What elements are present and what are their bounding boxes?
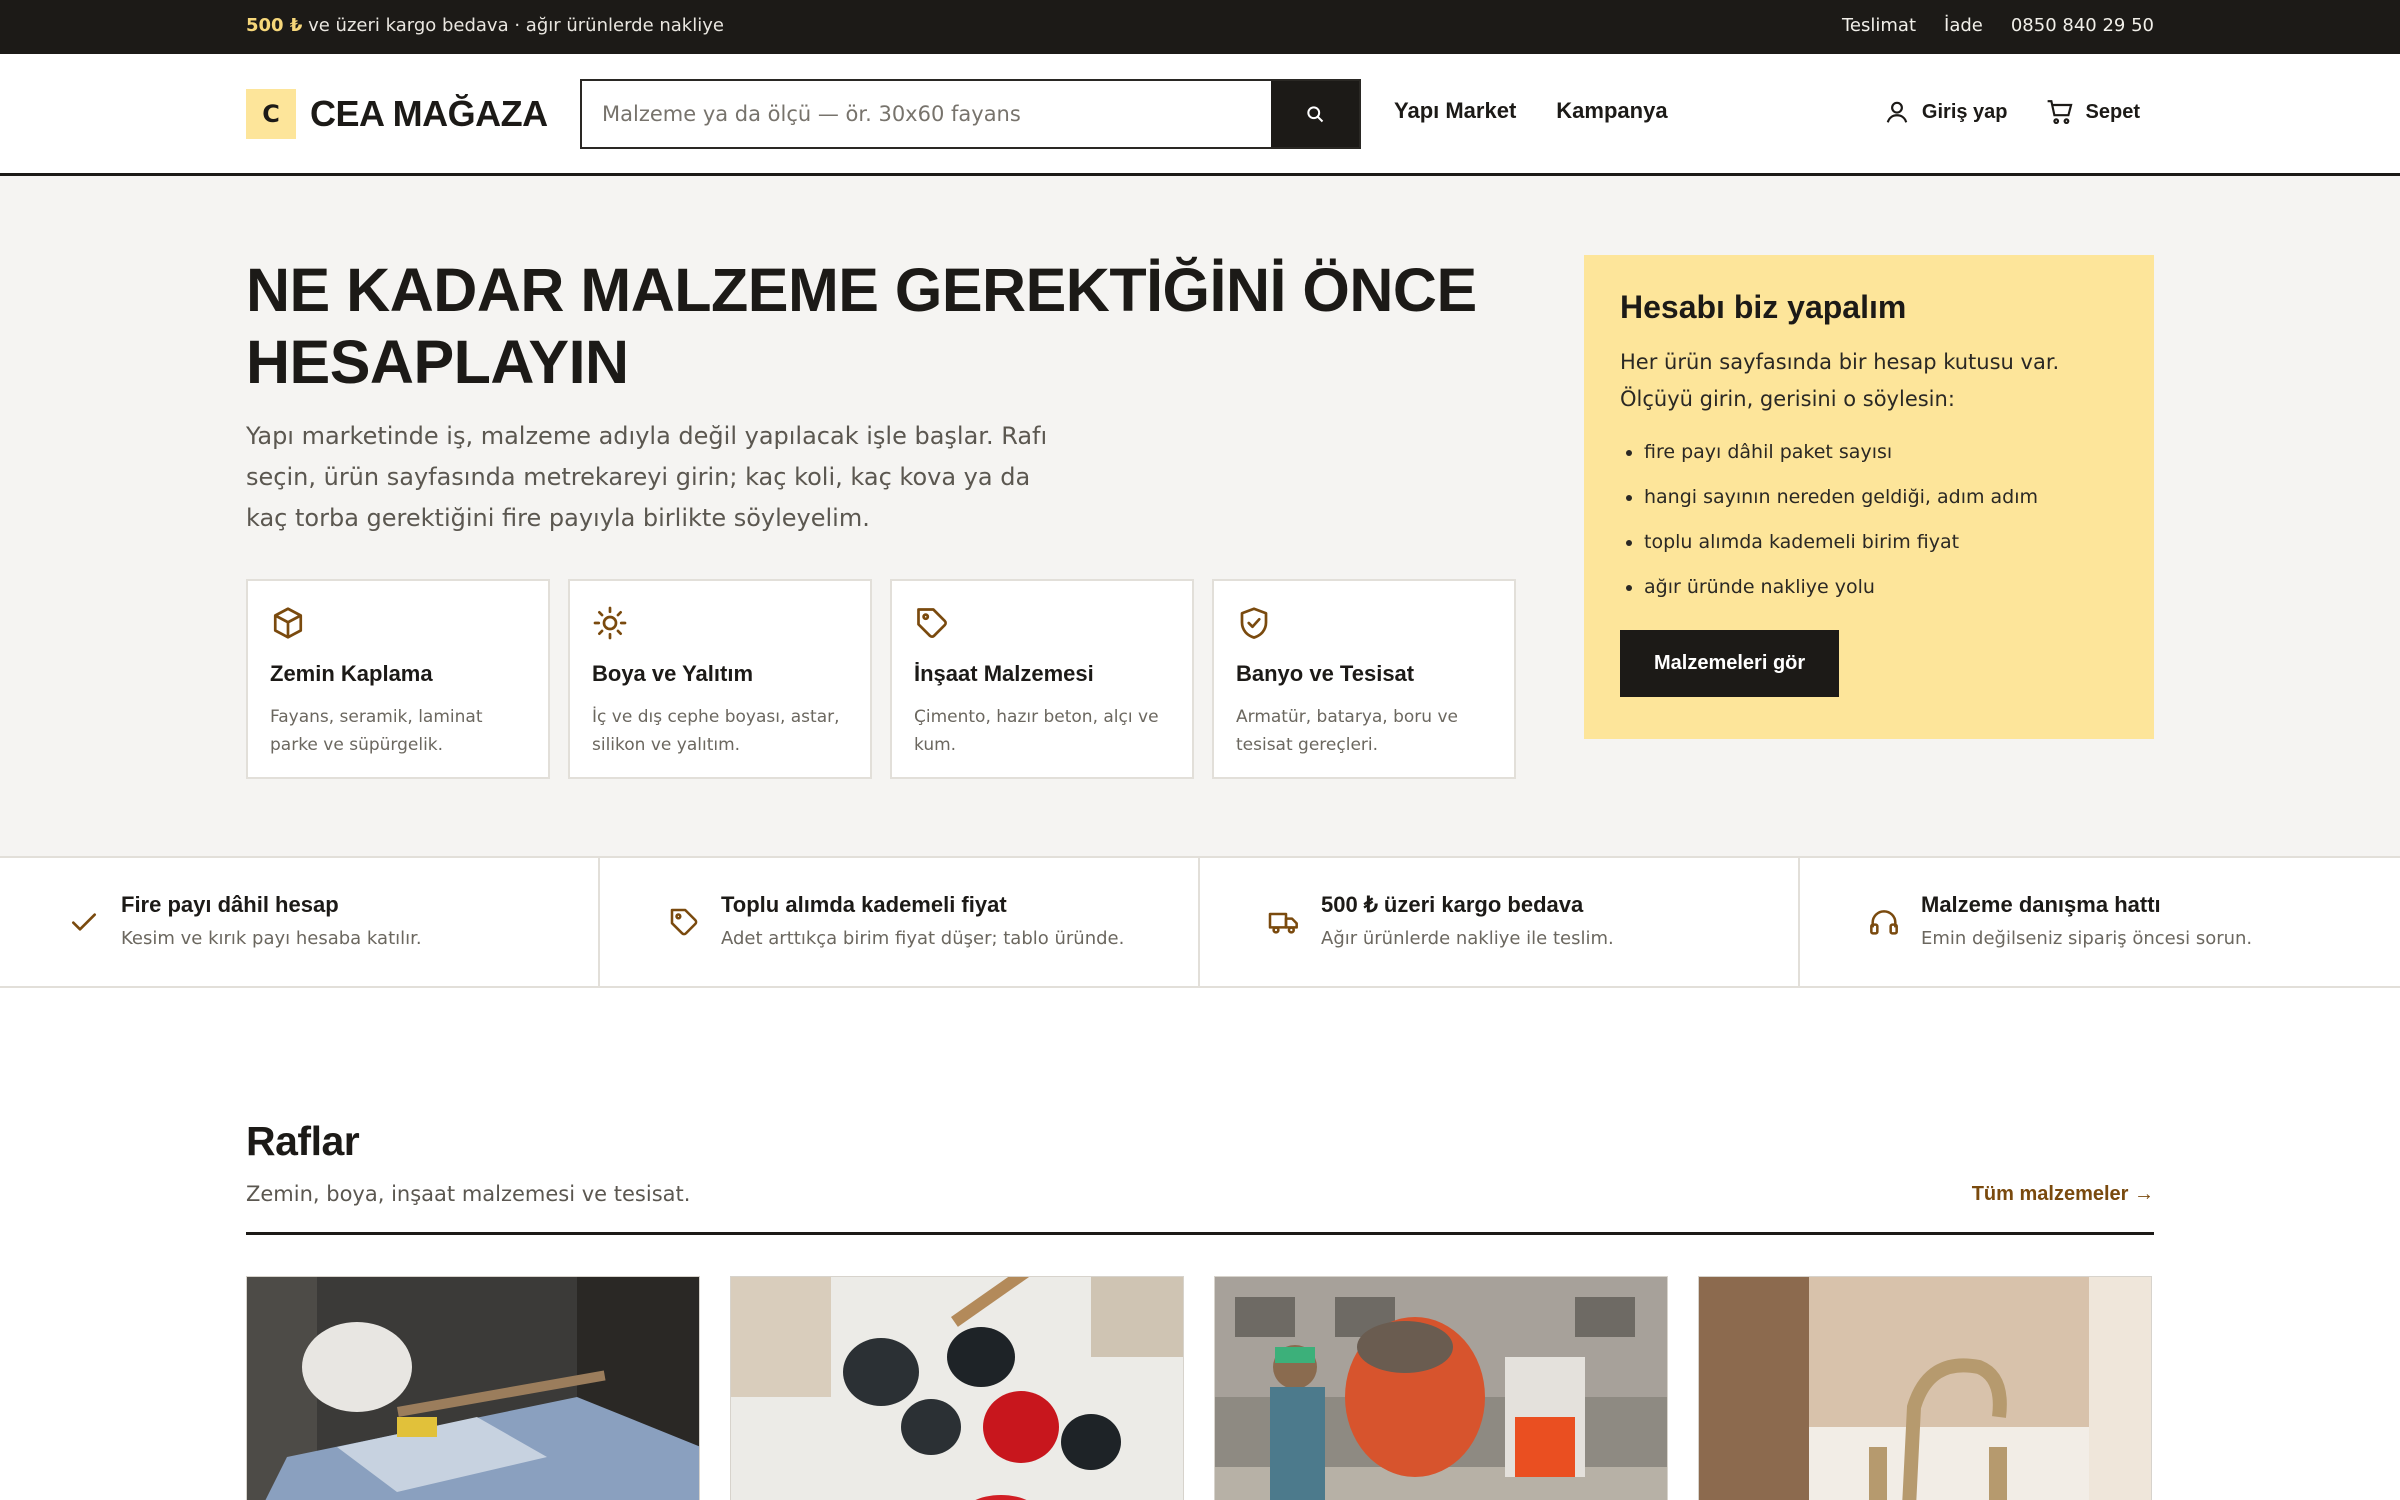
top-links: Teslimat İade 0850 840 29 50 bbox=[1842, 15, 2154, 36]
user-icon bbox=[1886, 101, 1908, 123]
truck-icon bbox=[1268, 912, 1298, 934]
feature-desc: Emin değilseniz sipariş öncesi sorun. bbox=[1921, 928, 2253, 949]
category-card-boya[interactable]: Boya ve Yalıtım İç ve dış cephe boyası, … bbox=[568, 579, 872, 779]
shelf-image-bathroom-faucet[interactable] bbox=[1698, 1276, 2152, 1500]
cart-link[interactable]: Sepet bbox=[2046, 99, 2140, 125]
feature-item: Fire payı dâhil hesap Kesim ve kırık pay… bbox=[0, 858, 600, 986]
category-title: Zemin Kaplama bbox=[270, 661, 433, 686]
calc-bullet: hangi sayının nereden geldiği, adım adım bbox=[1644, 475, 2118, 520]
search-bar bbox=[580, 79, 1361, 149]
search-input[interactable] bbox=[582, 81, 1271, 147]
category-desc: Armatür, batarya, boru ve tesisat gereçl… bbox=[1236, 707, 1458, 755]
category-card-banyo[interactable]: Banyo ve Tesisat Armatür, batarya, boru … bbox=[1212, 579, 1516, 779]
check-icon bbox=[72, 913, 96, 931]
feature-title: Toplu alımda kademeli fiyat bbox=[721, 892, 1007, 917]
logo[interactable]: C CEA MAĞAZA bbox=[246, 89, 548, 139]
feature-desc: Ağır ürünlerde nakliye ile teslim. bbox=[1321, 928, 1614, 949]
feature-title: 500 ₺ üzeri kargo bedava bbox=[1321, 892, 1584, 917]
shelf-image-floor-tiles[interactable] bbox=[246, 1276, 700, 1500]
shield-check-icon bbox=[1240, 607, 1268, 639]
category-card-insaat[interactable]: İnşaat Malzemesi Çimento, hazır beton, a… bbox=[890, 579, 1194, 779]
shelves-subtitle: Zemin, boya, inşaat malzemesi ve tesisat… bbox=[246, 1182, 691, 1206]
calc-bullet: ağır üründe nakliye yolu bbox=[1644, 565, 2118, 610]
feature-item: 500 ₺ üzeri kargo bedava Ağır ürünlerde … bbox=[1200, 858, 1800, 986]
cart-icon bbox=[2047, 100, 2073, 125]
user-links: Giriş yap Sepet bbox=[1884, 99, 2140, 125]
shelf-image-cement-mixer[interactable] bbox=[1214, 1276, 1668, 1500]
shelf-image-paint[interactable] bbox=[730, 1276, 1184, 1500]
login-link[interactable]: Giriş yap bbox=[1884, 99, 2008, 125]
category-card-zemin[interactable]: Zemin Kaplama Fayans, seramik, laminat p… bbox=[246, 579, 550, 779]
logo-mark: C bbox=[246, 89, 296, 139]
delivery-link[interactable]: Teslimat bbox=[1842, 15, 1916, 36]
feature-title: Fire payı dâhil hesap bbox=[121, 892, 339, 917]
site-header: C CEA MAĞAZA Yapı Market Kampanya Giriş … bbox=[0, 54, 2400, 176]
sun-icon bbox=[593, 606, 627, 640]
see-materials-button[interactable]: Malzemeleri gör bbox=[1620, 630, 1840, 697]
feature-item: Toplu alımda kademeli fiyat Adet arttıkç… bbox=[600, 858, 1200, 986]
promo-amount: 500 ₺ bbox=[246, 15, 303, 36]
calc-title: Hesabı biz yapalım bbox=[1620, 289, 1907, 325]
feature-item: Malzeme danışma hattı Emin değilseniz si… bbox=[1800, 858, 2400, 986]
category-title: Banyo ve Tesisat bbox=[1236, 661, 1415, 686]
logo-name: CEA MAĞAZA bbox=[310, 93, 548, 134]
shelves-title: Raflar bbox=[246, 1118, 360, 1164]
feature-strip: Fire payı dâhil hesap Kesim ve kırık pay… bbox=[0, 858, 2400, 988]
hero-lead: Yapı marketinde iş, malzeme adıyla değil… bbox=[246, 422, 1048, 532]
shipping-promo: 500 ₺ ve üzeri kargo bedava · ağır ürünl… bbox=[246, 15, 724, 36]
phone-link[interactable]: 0850 840 29 50 bbox=[2011, 15, 2154, 36]
search-icon bbox=[1307, 106, 1324, 123]
tag-icon bbox=[670, 908, 698, 936]
shelf-images bbox=[246, 1276, 2152, 1500]
login-label: Giriş yap bbox=[1921, 100, 2008, 123]
headphones-icon bbox=[1870, 910, 1898, 935]
all-materials-link[interactable]: Tüm malzemeler → bbox=[1972, 1183, 2154, 1206]
hero-title: NE KADAR MALZEME GEREKTİĞİNİ ÖNCE HESAPL… bbox=[246, 256, 1477, 396]
category-cards: Zemin Kaplama Fayans, seramik, laminat p… bbox=[246, 579, 1516, 779]
divider bbox=[246, 1232, 2154, 1235]
cart-label: Sepet bbox=[2085, 100, 2140, 123]
tag-icon bbox=[917, 608, 947, 638]
category-desc: İç ve dış cephe boyası, astar, silikon v… bbox=[592, 707, 840, 755]
search-button[interactable] bbox=[1271, 81, 1359, 147]
category-title: İnşaat Malzemesi bbox=[914, 661, 1094, 686]
calc-bullet: fire payı dâhil paket sayısı bbox=[1644, 430, 2118, 475]
returns-link[interactable]: İade bbox=[1944, 15, 1983, 36]
feature-desc: Kesim ve kırık payı hesaba katılır. bbox=[121, 928, 422, 949]
main-nav: Yapı Market Kampanya bbox=[1394, 98, 1668, 124]
promo-text: ve üzeri kargo bedava · ağır ürünlerde n… bbox=[302, 15, 724, 36]
calc-bullets: fire payı dâhil paket sayısı hangi sayın… bbox=[1620, 430, 2118, 610]
category-desc: Çimento, hazır beton, alçı ve kum. bbox=[914, 707, 1159, 755]
box-icon bbox=[273, 607, 303, 639]
calculator-promo-box: Hesabı biz yapalım Her ürün sayfasında b… bbox=[1584, 255, 2154, 739]
nav-kampanya[interactable]: Kampanya bbox=[1556, 98, 1667, 124]
top-bar: 500 ₺ ve üzeri kargo bedava · ağır ürünl… bbox=[0, 0, 2400, 54]
calc-text: Her ürün sayfasında bir hesap kutusu var… bbox=[1620, 350, 2060, 411]
feature-title: Malzeme danışma hattı bbox=[1921, 892, 2161, 917]
nav-yapi-market[interactable]: Yapı Market bbox=[1394, 98, 1516, 124]
calc-bullet: toplu alımda kademeli birim fiyat bbox=[1644, 520, 2118, 565]
hero-section: NE KADAR MALZEME GEREKTİĞİNİ ÖNCE HESAPL… bbox=[0, 176, 2400, 858]
category-title: Boya ve Yalıtım bbox=[592, 661, 754, 686]
feature-desc: Adet arttıkça birim fiyat düşer; tablo ü… bbox=[721, 928, 1125, 949]
category-desc: Fayans, seramik, laminat parke ve süpürg… bbox=[270, 707, 483, 755]
